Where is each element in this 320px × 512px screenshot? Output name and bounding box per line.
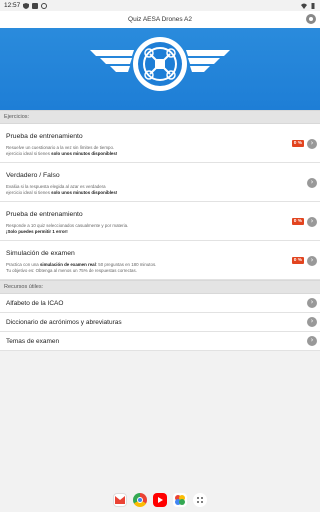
header-banner <box>0 28 320 110</box>
gmail-icon[interactable] <box>113 493 127 507</box>
progress-badge: 0 % <box>291 257 304 264</box>
card-title: Verdadero / Falso <box>6 172 60 179</box>
chevron-right-icon[interactable]: › <box>307 298 317 308</box>
card-title: Prueba de entrenamiento <box>6 211 83 218</box>
card-description: Evalúa si la respuesta elegida al azar e… <box>6 184 118 195</box>
card-title: Prueba de entrenamiento <box>6 133 83 140</box>
card-description: Responde a 10 quiz seleccionados casualm… <box>6 223 129 234</box>
app-bar: Quiz AESA Drones A2 <box>0 11 320 28</box>
exercise-card-training-10[interactable]: Prueba de entrenamiento Responde a 10 qu… <box>0 202 320 241</box>
app-title: Quiz AESA Drones A2 <box>128 16 192 23</box>
chevron-right-icon[interactable]: › <box>307 256 317 266</box>
card-title: Simulación de examen <box>6 250 75 257</box>
progress-badge: 0 % <box>291 218 304 225</box>
card-description: Resuelve un cuestionario a la vez sin lí… <box>6 145 118 156</box>
app-drawer-icon[interactable] <box>193 493 207 507</box>
chevron-right-icon[interactable]: › <box>307 317 317 327</box>
resource-item-exam-topics[interactable]: Temas de examen › <box>0 332 320 351</box>
photos-icon[interactable] <box>173 493 187 507</box>
resource-item-icao-alphabet[interactable]: Alfabeto de la ICAO › <box>0 294 320 313</box>
resource-item-acronyms[interactable]: Diccionario de acrónimos y abreviaturas … <box>0 313 320 332</box>
exercise-card-exam-simulation[interactable]: Simulación de examen Practica con una si… <box>0 241 320 280</box>
drone-logo-icon <box>90 37 230 91</box>
status-bar: 12:57 <box>0 0 320 11</box>
exercise-card-training[interactable]: Prueba de entrenamiento Resuelve un cues… <box>0 124 320 163</box>
chrome-icon[interactable] <box>133 493 147 507</box>
shield-icon <box>23 2 30 9</box>
battery-icon <box>310 2 316 9</box>
card-description: Practica con una simulación de examen re… <box>6 262 157 273</box>
progress-badge: 0 % <box>291 140 304 147</box>
status-time: 12:57 <box>4 2 21 9</box>
data-icon <box>32 2 39 9</box>
wifi-icon <box>301 3 307 9</box>
notification-icon <box>41 2 48 9</box>
resource-label: Temas de examen <box>6 337 60 345</box>
chevron-right-icon[interactable]: › <box>307 178 317 188</box>
section-header-resources: Recursos útiles: <box>0 280 320 294</box>
chevron-right-icon[interactable]: › <box>307 139 317 149</box>
chevron-right-icon[interactable]: › <box>307 336 317 346</box>
section-header-exercises: Ejercicios: <box>0 110 320 124</box>
settings-icon[interactable] <box>306 14 316 24</box>
chevron-right-icon[interactable]: › <box>307 217 317 227</box>
resource-label: Alfabeto de la ICAO <box>6 299 64 307</box>
resource-label: Diccionario de acrónimos y abreviaturas <box>6 318 122 326</box>
exercise-card-true-false[interactable]: Verdadero / Falso Evalúa si la respuesta… <box>0 163 320 202</box>
navigation-bar <box>0 488 320 512</box>
youtube-icon[interactable] <box>153 493 167 507</box>
